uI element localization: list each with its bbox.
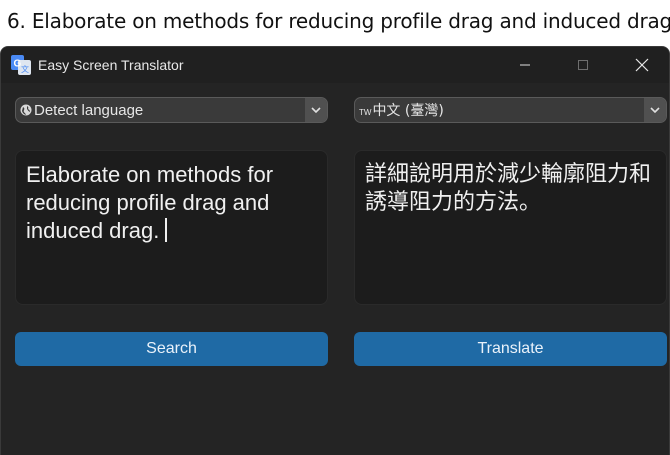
source-language-label: Detect language xyxy=(34,101,144,119)
source-text-input[interactable]: Elaborate on methods for reducing profil… xyxy=(15,150,328,305)
minimize-icon xyxy=(520,64,530,66)
title-bar[interactable]: G 文 Easy Screen Translator xyxy=(1,47,669,83)
translate-app-icon: G 文 xyxy=(11,55,31,75)
translate-button[interactable]: Translate xyxy=(354,332,667,366)
translated-text: 詳細說明用於減少輪廓阻力和誘導阻力的方法。 xyxy=(365,162,652,215)
maximize-icon xyxy=(578,60,588,70)
svg-text:文: 文 xyxy=(21,64,29,74)
translation-output[interactable]: 詳細說明用於減少輪廓阻力和誘導阻力的方法。 xyxy=(354,150,667,305)
minimize-button[interactable] xyxy=(502,47,548,83)
source-language-dropdown-toggle[interactable] xyxy=(305,98,327,122)
close-button[interactable] xyxy=(619,47,665,83)
globe-icon xyxy=(20,104,32,116)
close-icon xyxy=(635,58,649,72)
page-heading: 6. Elaborate on methods for reducing pro… xyxy=(7,9,670,33)
chevron-down-icon xyxy=(311,107,321,113)
search-button[interactable]: Search xyxy=(15,332,328,366)
maximize-button[interactable] xyxy=(560,47,606,83)
source-text: Elaborate on methods for reducing profil… xyxy=(26,162,274,243)
target-language-label: 中文 (臺灣) xyxy=(372,103,444,119)
text-caret xyxy=(165,218,168,242)
window-title: Easy Screen Translator xyxy=(38,57,184,73)
target-language-select[interactable]: TW 中文 (臺灣) xyxy=(354,97,667,123)
app-window: G 文 Easy Screen Translator Detect langua… xyxy=(0,46,670,455)
flag-tw-icon: TW xyxy=(359,108,372,117)
source-language-select[interactable]: Detect language xyxy=(15,97,328,123)
target-language-dropdown-toggle[interactable] xyxy=(644,98,666,122)
chevron-down-icon xyxy=(650,107,660,113)
